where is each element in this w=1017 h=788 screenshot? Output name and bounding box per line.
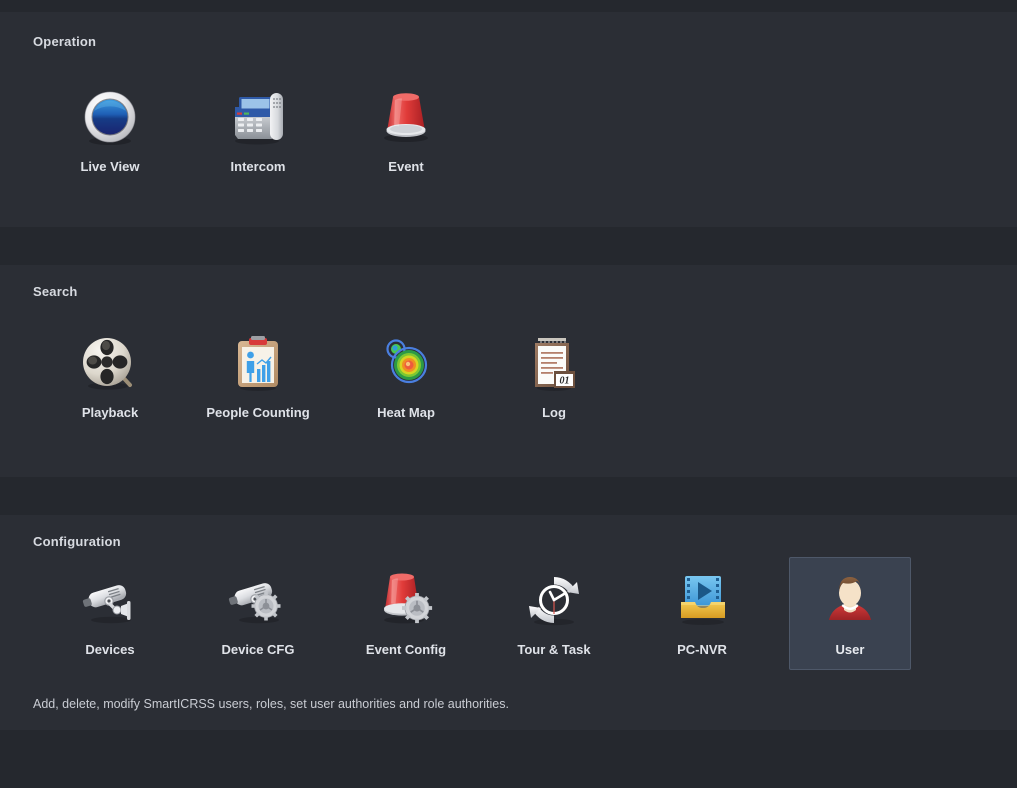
video-folder-icon <box>669 568 735 634</box>
tile-label: Devices <box>85 642 135 657</box>
event-alarm-icon <box>373 85 439 151</box>
film-reel-icon <box>77 331 143 397</box>
heat-map-icon <box>373 331 439 397</box>
tile-label: Log <box>542 405 566 420</box>
tile-intercom[interactable]: Intercom <box>197 74 319 187</box>
top-divider-band <box>0 0 1017 12</box>
tile-label: PC-NVR <box>677 642 727 657</box>
tile-pc-nvr[interactable]: PC-NVR <box>641 557 763 670</box>
tile-label: People Counting <box>206 405 310 420</box>
divider-band-search-configuration <box>0 477 1017 515</box>
tile-heat-map[interactable]: Heat Map <box>345 320 467 433</box>
tile-log[interactable]: 01 Log <box>493 320 615 433</box>
tile-label: Intercom <box>230 159 286 174</box>
tile-user[interactable]: User <box>789 557 911 670</box>
tile-tour-task[interactable]: Tour & Task <box>493 557 615 670</box>
tile-event-config[interactable]: Event Config <box>345 557 467 670</box>
tile-label: Playback <box>81 405 139 420</box>
selected-item-description: Add, delete, modify SmartICRSS users, ro… <box>33 697 509 711</box>
clipboard-chart-icon <box>225 331 291 397</box>
user-avatar-icon <box>817 568 883 634</box>
tile-label: Event Config <box>365 642 447 657</box>
section-operation: Operation Live View Intercom Event <box>0 12 1017 227</box>
notepad-log-icon: 01 <box>521 331 587 397</box>
tile-grid-search: Playback People Counting Heat Map 01 Log <box>0 265 1017 477</box>
smart-icrss-home-page: Operation Live View Intercom Event Searc… <box>0 0 1017 788</box>
tile-label: User <box>835 642 865 657</box>
tile-label: Event <box>388 159 424 174</box>
tile-device-cfg[interactable]: Device CFG <box>197 557 319 670</box>
alarm-gear-icon <box>373 568 439 634</box>
tile-event[interactable]: Event <box>345 74 467 187</box>
intercom-icon <box>225 85 291 151</box>
divider-band-operation-search <box>0 227 1017 265</box>
bottom-divider-band <box>0 730 1017 788</box>
clock-refresh-icon <box>521 568 587 634</box>
svg-text:01: 01 <box>560 376 570 387</box>
tile-live-view[interactable]: Live View <box>49 74 171 187</box>
tile-devices[interactable]: Devices <box>49 557 171 670</box>
tile-grid-operation: Live View Intercom Event <box>0 12 1017 227</box>
camera-icon <box>77 568 143 634</box>
tile-label: Live View <box>80 159 140 174</box>
tile-playback[interactable]: Playback <box>49 320 171 433</box>
section-search: Search Playback People Counting Heat Map… <box>0 265 1017 477</box>
live-view-icon <box>77 85 143 151</box>
camera-gear-icon <box>225 568 291 634</box>
tile-label: Tour & Task <box>517 642 591 657</box>
tile-label: Heat Map <box>377 405 435 420</box>
tile-label: Device CFG <box>221 642 295 657</box>
tile-people-counting[interactable]: People Counting <box>197 320 319 433</box>
